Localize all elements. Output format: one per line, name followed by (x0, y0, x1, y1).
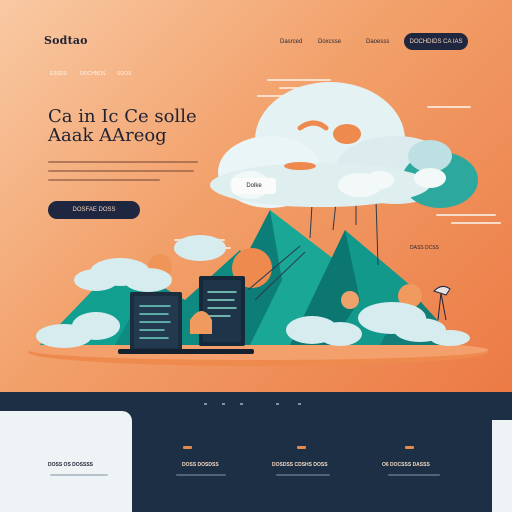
nav-link-3[interactable]: Daoesss (366, 39, 389, 45)
footer-dot (276, 403, 279, 405)
headline-line-2: Aaak AAreog (48, 125, 167, 146)
hero-headline: Ca in Ic Ce solle Aaak AAreog (48, 107, 223, 145)
footer-accent-mark (183, 446, 192, 449)
footer-text-line (388, 474, 440, 476)
footer-col-title-1[interactable]: DOSS OS DOSSSS (48, 462, 93, 468)
body-text-line (48, 161, 198, 163)
footer-text-line (276, 474, 330, 476)
footer-dot (222, 403, 225, 405)
brand-logo[interactable]: Sodtao (44, 34, 88, 47)
footer-light-edge (492, 420, 512, 512)
footer-accent-mark (405, 446, 414, 449)
footer-text-line (176, 474, 226, 476)
footer-dot (240, 403, 243, 405)
landing-page: Sodtao Dasrced Doxcsse Daoesss DOCHDIDS … (0, 0, 512, 512)
subnav-link-3[interactable]: SOOS (117, 71, 131, 77)
nav-link-1[interactable]: Dasrced (280, 39, 302, 45)
satellite-dish-icon (433, 285, 451, 321)
footer-col-title-2[interactable]: DOSS DOSDSS (182, 462, 219, 468)
footer-text-line (50, 474, 108, 476)
hero-cta-button[interactable]: DOSFAE DOSS (48, 201, 140, 219)
side-label: DASS DCSS (410, 245, 439, 251)
footer-accent-mark (297, 446, 306, 449)
footer-dot (298, 403, 301, 405)
header-cta-button[interactable]: DOCHDIDS CA IAS (404, 33, 468, 50)
cloud-computing-illustration (28, 79, 501, 366)
nav-link-2[interactable]: Doxcsse (318, 39, 341, 45)
body-text-line (48, 170, 194, 172)
subnav-link-1[interactable]: ESSDS (50, 71, 67, 77)
footer-dot (204, 403, 207, 405)
footer-col-title-3[interactable]: DOSDSS CDSHS DOSS (272, 462, 328, 468)
subnav-link-2[interactable]: DOCHNDS (80, 71, 105, 77)
body-text-line (48, 179, 160, 181)
footer-col-title-4[interactable]: O6 DOCSSS DASSS (382, 462, 430, 468)
headline-line-1: Ca in Ic Ce solle (48, 106, 197, 127)
cloud-label: Dolke (232, 178, 276, 194)
